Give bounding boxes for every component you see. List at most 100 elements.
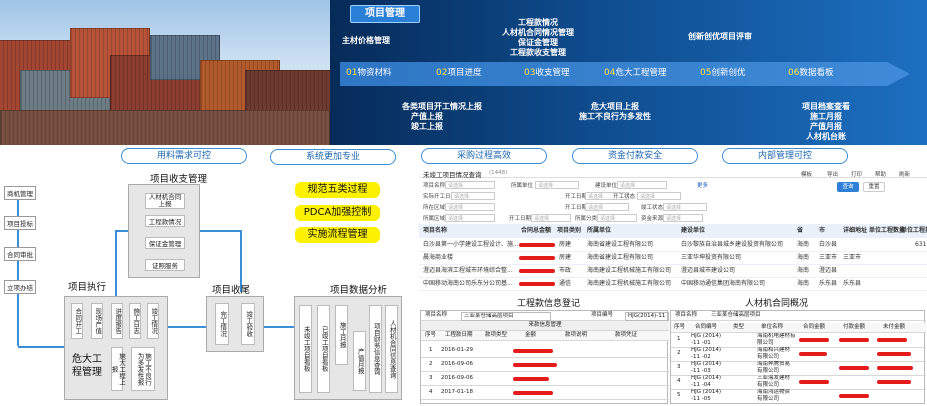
stage-num: 01 [346, 68, 358, 78]
filter-label: 所在区域 [423, 205, 446, 211]
template-button[interactable]: 模板 [801, 170, 812, 178]
form-row[interactable]: 5 HJG (2014) -11 -05 海南鸿运物资 有限公司 [671, 389, 926, 403]
cell-builder: 三亚华坤投资有限公司 [681, 254, 742, 261]
form-row[interactable]: 2 HJG (2014) -11 -02 海南和兴建材 有限公司 [671, 347, 926, 362]
stage-06: 06数据看板 [788, 68, 833, 79]
cell-index: 3 [429, 375, 433, 381]
filter-input[interactable]: 请选择 [535, 181, 579, 189]
filter-input[interactable]: 请选择 [445, 203, 495, 211]
pill-payment: 资金付款安全 [572, 148, 698, 164]
print-button[interactable]: 打印 [851, 170, 862, 178]
cell-investment: 6316 [915, 241, 927, 248]
refresh-button[interactable]: 刷新 [899, 170, 910, 178]
filter-input[interactable]: 请选择 [445, 181, 495, 189]
cell-unit: 海南建设工程机械施工有限公司 [587, 280, 672, 287]
project-name-field[interactable]: 三亚某仓储高层项目 [711, 311, 761, 320]
connector-line [166, 326, 208, 328]
table-row[interactable]: 白沙县第一小学建设工程设计、施... 房建 海南省建设工程有限公司 白沙黎族自治… [419, 238, 927, 252]
filter-input[interactable]: 请选择 [445, 214, 495, 222]
filter-input[interactable]: 请选择 [451, 192, 495, 200]
pill-internal: 内部管理可控 [722, 148, 848, 164]
cell-builder: 澄迈县城市建设公司 [681, 267, 736, 274]
filter-label: 所属分类 [575, 216, 598, 222]
connector-line [264, 326, 294, 328]
stage-num: 03 [524, 68, 536, 78]
col-header: 项目类别 [557, 227, 582, 234]
table-row[interactable]: 澄迈县海滨工程城市环境综合整... 市政 海南建设工程机械施工有限公司 澄迈县城… [419, 264, 927, 278]
receipt-group: 人材机合同上报 工程款情况 保证金管理 证照服务 [128, 184, 200, 278]
filter-label: 竣工状态 [641, 205, 664, 211]
form-row: 项目名称 三亚某仓储高层项目 项目编号 HJG(2014)-11 [421, 311, 669, 321]
filter-input[interactable]: 请选择 [617, 181, 667, 189]
filter-input[interactable]: 请选择 [585, 203, 629, 211]
cell-builder: 中国移动通信集团海南有限公司 [681, 280, 766, 287]
form-row[interactable]: 3 HJG (2014) -11 -03 海南奔腾贸易 有限公司 [671, 361, 926, 376]
export-button[interactable]: 导出 [827, 170, 838, 178]
step-contract: 合同审批 [4, 247, 36, 261]
cell-city: 白沙县 [819, 241, 838, 248]
table-row[interactable]: 中国移动海南公司乐东分公司基... 通信 海南建设工程机械施工有限公司 中国移动… [419, 277, 927, 291]
redacted-amount [799, 380, 829, 384]
query-screen: 未竣工项目情况查询 (1448) 模板 导出 打印 帮助 刷新 项目名称 请选择… [419, 168, 927, 291]
more-link[interactable]: 更多 [697, 181, 708, 189]
connector-line [115, 230, 129, 232]
form-row[interactable]: 4 HJG (2014) -11 -04 三亚海发建材 有限公司 [671, 375, 926, 390]
form-right-title: 人材机合同概况 [745, 299, 809, 309]
analysis-item: 人材机合同信息查询 [385, 305, 398, 393]
receipt-item: 人材机合同上报 [145, 193, 185, 209]
cell-category: 房建 [559, 241, 572, 248]
receipt-item: 保证金管理 [145, 237, 185, 249]
exec-title: 项目执行 [68, 282, 107, 293]
project-name-field[interactable]: 三亚某仓储高层项目 [461, 312, 551, 321]
cell-date: 2017-01-18 [441, 389, 473, 395]
analysis-item: 产值月报 [353, 331, 366, 391]
col-header: 详细地址 [843, 227, 868, 234]
filter-input[interactable]: 请选择 [663, 203, 707, 211]
field-label: 项目名称 [675, 312, 698, 318]
col-header: 款项凭证 [615, 332, 638, 338]
filter-input[interactable]: 请选择 [637, 192, 681, 200]
cell-project: 白沙县第一小学建设工程设计、施... [423, 241, 519, 248]
cell-city: 三亚市 [819, 254, 838, 261]
form-row[interactable]: 1 HJG (2014) -11 -01 海南机电建材有限公司 [671, 333, 926, 348]
help-button[interactable]: 帮助 [875, 170, 886, 178]
redacted-amount [877, 352, 911, 356]
col-header: 款项说明 [565, 332, 588, 338]
redacted-amount [839, 338, 869, 342]
form-row[interactable]: 1 2016-01-29 [421, 343, 669, 358]
search-button[interactable]: 查询 [837, 182, 859, 192]
col-header: 款项类型 [485, 332, 508, 338]
filter-input[interactable]: 请选择 [663, 214, 703, 222]
cell-index: 2 [429, 361, 433, 367]
cell-category: 房建 [559, 254, 572, 261]
exec-item: 进度报告 [111, 303, 123, 339]
cell-company: 海南鸿运物资 有限公司 [757, 389, 791, 402]
exec-item: 施工不良行为多发性报 [131, 347, 155, 391]
stage-03: 03收支管理 [524, 68, 569, 79]
form-row[interactable]: 2 2016-09-06 [421, 357, 669, 372]
cell-index: 2 [677, 350, 681, 356]
stage-num: 05 [700, 68, 712, 78]
form-row[interactable]: 4 2017-01-18 [421, 385, 669, 400]
note-danger: 危大项目上报 施工不良行为多发性 [560, 102, 670, 122]
close-item: 完工情况 [215, 303, 229, 345]
note-line: 人材机合同情况管理 [502, 28, 574, 37]
note-line: 项目档案查看 [802, 102, 850, 111]
form-row[interactable]: 3 2016-09-06 [421, 371, 669, 386]
col-header: 金额 [525, 332, 537, 338]
field-label: 项目编号 [591, 312, 614, 318]
redacted-amount [877, 380, 911, 384]
col-header: 合同编号 [695, 324, 718, 330]
stage-05: 05创新创优 [700, 68, 745, 79]
filter-input[interactable]: 请选择 [597, 214, 637, 222]
note-innovation-review: 创新创优项目评审 [688, 32, 752, 41]
note-progress: 各类项目开工情况上报 产值上报 竣工上报 [392, 102, 492, 132]
project-code-field[interactable]: HJG(2014)-11 [625, 312, 669, 321]
step-setup: 立项办结 [4, 280, 36, 294]
table-row[interactable]: 晨海商业楼 房建 海南省建设工程有限公司 三亚华坤投资有限公司 海南 三亚市 三… [419, 251, 927, 265]
filter-input[interactable]: 请选择 [531, 214, 571, 222]
cell-unit: 海南省建设工程有限公司 [587, 241, 654, 248]
note-line: 产值上报 [411, 112, 443, 121]
exec-item: 施大工程上报 [110, 347, 126, 391]
reset-button[interactable]: 重置 [863, 182, 885, 192]
